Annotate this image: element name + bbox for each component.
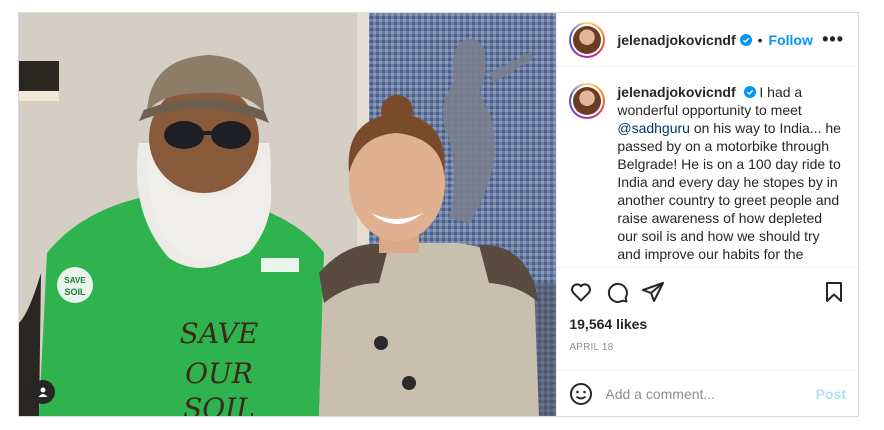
- post-header: jelenadjokovicndf • Follow •••: [557, 13, 858, 67]
- shirt-text-line3: SOIL: [183, 392, 255, 416]
- caption-username[interactable]: jelenadjokovicndf: [617, 84, 735, 100]
- instagram-post: SAVE SOIL SAVE OUR SOIL jelenadjokovicnd…: [18, 12, 859, 417]
- comment-input[interactable]: [605, 385, 816, 402]
- post-comment-button[interactable]: Post: [816, 386, 846, 402]
- shirt-badge-text-top: SAVE: [64, 276, 86, 285]
- comment-icon[interactable]: [605, 280, 629, 304]
- caption-avatar: [573, 87, 602, 115]
- caption-avatar-ring[interactable]: [569, 83, 606, 119]
- verified-icon: [739, 33, 752, 46]
- shirt-text-line2: OUR: [185, 357, 253, 390]
- post-photo[interactable]: SAVE SOIL SAVE OUR SOIL: [19, 13, 557, 416]
- heart-icon[interactable]: [569, 280, 593, 304]
- post-image: SAVE SOIL SAVE OUR SOIL: [19, 13, 557, 416]
- caption-body-end: on his way to India... he passed by on a…: [617, 120, 841, 267]
- comment-bar: Post: [557, 370, 858, 416]
- bookmark-icon[interactable]: [822, 280, 846, 304]
- emoji-icon[interactable]: [569, 382, 593, 406]
- like-count[interactable]: 19,564 likes: [557, 316, 858, 338]
- share-icon[interactable]: [641, 280, 665, 304]
- author-username[interactable]: jelenadjokovicndf: [617, 32, 735, 48]
- action-bar: [557, 267, 858, 316]
- more-icon[interactable]: •••: [822, 29, 844, 50]
- caption-text: jelenadjokovicndf I had a wonderful oppo…: [617, 83, 844, 267]
- caption-mention-link[interactable]: @sadhguru: [617, 120, 690, 136]
- author-avatar-ring[interactable]: [569, 21, 606, 58]
- shirt-text-line1: SAVE: [180, 317, 259, 350]
- follow-button[interactable]: Follow: [769, 32, 813, 48]
- shirt-badge-text-bottom: SOIL: [64, 287, 86, 297]
- post-date[interactable]: APRIL 18: [557, 338, 858, 370]
- caption: jelenadjokovicndf I had a wonderful oppo…: [557, 67, 858, 267]
- author-avatar: [573, 25, 602, 54]
- post-side-panel: jelenadjokovicndf • Follow ••• jelenadjo…: [556, 13, 858, 416]
- header-separator: •: [757, 31, 763, 48]
- user-tag-icon: [38, 387, 48, 397]
- verified-icon: [743, 86, 756, 98]
- user-tag-button[interactable]: [31, 380, 55, 404]
